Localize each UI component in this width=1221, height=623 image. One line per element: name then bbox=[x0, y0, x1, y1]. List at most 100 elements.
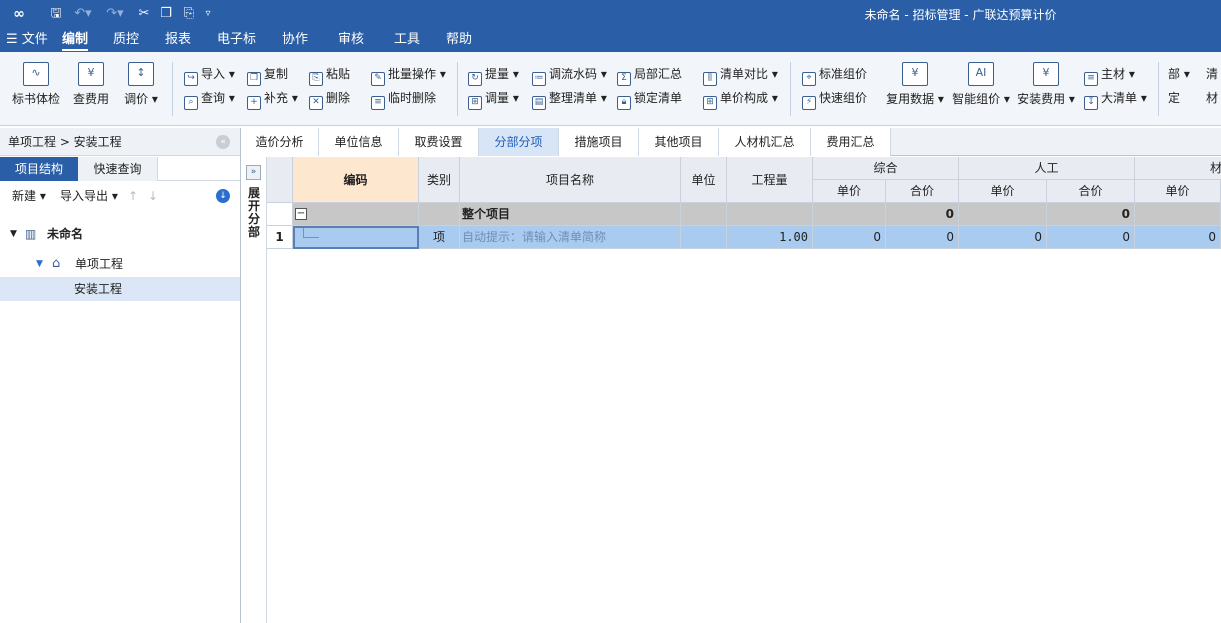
qing-button[interactable]: 清 bbox=[1206, 65, 1218, 83]
tab-cuoshi-xiangmu[interactable]: 措施项目 bbox=[559, 128, 639, 156]
group-row-name[interactable]: 整个项目 bbox=[460, 203, 681, 226]
ding-button[interactable]: 定 bbox=[1168, 89, 1180, 107]
tab-rencaiji-huizong[interactable]: 人材机汇总 bbox=[719, 128, 811, 156]
menu-file[interactable]: ☰ 文件 bbox=[6, 31, 48, 49]
code-cell[interactable] bbox=[293, 226, 419, 249]
column-header-rengong-total[interactable]: 合价 bbox=[1047, 180, 1135, 203]
zhineng-zujia-button[interactable]: AI 智能组价 ▾ bbox=[950, 62, 1012, 120]
jubu-huizong-button[interactable]: Σ 局部汇总 bbox=[617, 65, 682, 86]
row-index[interactable]: 1 bbox=[267, 226, 293, 249]
cha-feiyong-button[interactable]: ¥ 查费用 bbox=[68, 62, 114, 120]
menu-bianzhi[interactable]: 编制 bbox=[62, 31, 89, 51]
daqingdan-button[interactable]: ↧ 大清单 ▾ bbox=[1084, 89, 1147, 110]
tab-zaojia-fenxi[interactable]: 造价分析 bbox=[241, 128, 319, 156]
piliang-caozuo-button[interactable]: ✎ 批量操作 ▾ bbox=[371, 65, 446, 86]
column-header-name[interactable]: 项目名称 bbox=[460, 157, 681, 203]
suoding-qingdan-button[interactable]: 🔒︎ 锁定清单 bbox=[617, 89, 682, 110]
cai-label: 材 bbox=[1206, 91, 1219, 105]
move-up-icon[interactable]: ↑ bbox=[128, 182, 138, 210]
cai-button[interactable]: 材 bbox=[1206, 89, 1218, 107]
tab-qita-xiangmu[interactable]: 其他项目 bbox=[639, 128, 719, 156]
left-panel-tabs: 项目结构 快速查询 bbox=[0, 157, 240, 181]
download-icon[interactable]: ↓ bbox=[216, 189, 230, 203]
zonghe-unit-price-cell[interactable]: 0 bbox=[813, 226, 886, 249]
fee-query-icon: ¥ bbox=[78, 62, 104, 86]
qingdan-duibi-button[interactable]: ⫼ 清单对比 ▾ bbox=[703, 65, 778, 86]
tiliang-button[interactable]: ↻ 提量 ▾ bbox=[468, 65, 519, 86]
import-export-button[interactable]: 导入导出 ▾ bbox=[60, 182, 118, 210]
unit-cell[interactable] bbox=[681, 226, 727, 249]
type-cell[interactable]: 项 bbox=[419, 226, 460, 249]
danjia-goucheng-label: 单价构成 ▾ bbox=[720, 91, 778, 105]
tab-qufei-shezhi[interactable]: 取费设置 bbox=[399, 128, 479, 156]
tree-node-single-project[interactable]: ▼ ⌂ 单项工程 bbox=[0, 252, 240, 276]
tree-node-root[interactable]: ▼ ▥ 未命名 bbox=[0, 222, 240, 246]
menu-zhikong[interactable]: 质控 bbox=[113, 31, 139, 49]
quantity-cell[interactable]: 1.00 bbox=[727, 226, 813, 249]
zhengli-qingdan-button[interactable]: ▤ 整理清单 ▾ bbox=[532, 89, 607, 110]
tiaojia-button[interactable]: ↕ 调价 ▾ bbox=[120, 62, 162, 120]
shanchu-button[interactable]: ✕ 删除 bbox=[309, 89, 350, 110]
extract-qty-icon: ↻ bbox=[468, 72, 482, 86]
install-fee-icon: ¥ bbox=[1033, 62, 1059, 86]
column-header-cai-unit-price[interactable]: 单价 bbox=[1135, 180, 1221, 203]
column-header-unit[interactable]: 单位 bbox=[681, 157, 727, 203]
biaoshu-tijian-button[interactable]: ∿ 标书体检 bbox=[8, 62, 64, 120]
breadcrumb: 单项工程 > 安装工程 « bbox=[0, 128, 240, 156]
column-header-code[interactable]: 编码 bbox=[293, 157, 419, 203]
zhucai-button[interactable]: ≡ 主材 ▾ bbox=[1084, 65, 1135, 86]
fuyong-shuju-button[interactable]: ¥ 复用数据 ▾ bbox=[884, 62, 946, 120]
app-window: ∞ 🖫 ↶▾ ↷▾ ✂ ❐ ⎘ ▿ 未命名 - 招标管理 - 广联达预算计价 ☰… bbox=[0, 0, 1221, 623]
new-button[interactable]: 新建 ▾ bbox=[12, 182, 46, 210]
menu-xiezuo[interactable]: 协作 bbox=[282, 31, 308, 49]
rengong-unit-price-cell: 0 bbox=[959, 226, 1047, 249]
collapse-panel-icon[interactable]: « bbox=[216, 135, 230, 149]
column-header-zonghe-unit-price[interactable]: 单价 bbox=[813, 180, 886, 203]
tree-node-install-project[interactable]: 安装工程 bbox=[0, 277, 240, 301]
niantie-button[interactable]: ⎘ 粘贴 bbox=[309, 65, 350, 86]
kuaisu-zujia-button[interactable]: ⚡ 快速组价 bbox=[802, 89, 867, 110]
daoru-button[interactable]: ↪ 导入 ▾ bbox=[184, 65, 235, 86]
menu-shenhe[interactable]: 审核 bbox=[338, 31, 364, 49]
tiaoliang-button[interactable]: ⊞ 调量 ▾ bbox=[468, 89, 519, 110]
tab-project-structure[interactable]: 项目结构 bbox=[0, 157, 78, 181]
menu-baobiao[interactable]: 报表 bbox=[165, 31, 191, 49]
column-header-rengong-unit-price[interactable]: 单价 bbox=[959, 180, 1047, 203]
fuzhi-button[interactable]: ❐ 复制 bbox=[247, 65, 288, 86]
expand-panel-icon[interactable]: » bbox=[246, 165, 261, 180]
adjust-qty-icon: ⊞ bbox=[468, 96, 482, 110]
reuse-data-icon: ¥ bbox=[902, 62, 928, 86]
linshi-shanchu-button[interactable]: ≡ 临时删除 bbox=[371, 89, 436, 110]
danjia-goucheng-button[interactable]: ⊞ 单价构成 ▾ bbox=[703, 89, 778, 110]
menu-bangzhu[interactable]: 帮助 bbox=[446, 31, 472, 49]
group-row-qty bbox=[727, 203, 813, 226]
biaozhun-zujia-button[interactable]: ⌖ 标准组价 bbox=[802, 65, 867, 86]
expand-sections-label[interactable]: 展开分部 bbox=[245, 187, 263, 239]
column-header-type[interactable]: 类别 bbox=[419, 157, 460, 203]
expand-arrow-icon[interactable]: ▼ bbox=[36, 252, 43, 276]
move-down-icon[interactable]: ↓ bbox=[148, 182, 158, 210]
chaxun-label: 查询 ▾ bbox=[201, 91, 235, 105]
chaxun-button[interactable]: ⌕ 查询 ▾ bbox=[184, 89, 235, 110]
tiao-liushuima-button[interactable]: ≔ 调流水码 ▾ bbox=[532, 65, 607, 86]
collapse-toggle-icon[interactable]: − bbox=[295, 208, 307, 220]
tree-toolbar: 新建 ▾ 导入导出 ▾ ↑ ↓ ↓ bbox=[0, 182, 240, 210]
bu-label: 部 ▾ bbox=[1168, 67, 1190, 81]
building-icon: ▥ bbox=[25, 227, 37, 241]
bu-button[interactable]: 部 ▾ bbox=[1168, 65, 1190, 83]
menu-bar: ☰ 文件 编制 质控 报表 电子标 协作 审核 工具 帮助 bbox=[0, 28, 1221, 52]
buchong-button[interactable]: + 补充 ▾ bbox=[247, 89, 298, 110]
menu-gongju[interactable]: 工具 bbox=[394, 31, 420, 49]
group-row-type bbox=[419, 203, 460, 226]
column-header-quantity[interactable]: 工程量 bbox=[727, 157, 813, 203]
column-header-zonghe-total[interactable]: 合价 bbox=[886, 180, 959, 203]
anzhuang-feiyong-button[interactable]: ¥ 安装费用 ▾ bbox=[1016, 62, 1076, 120]
tab-fenbu-fenxiang[interactable]: 分部分项 bbox=[479, 128, 559, 156]
tab-feiyong-huizong[interactable]: 费用汇总 bbox=[811, 128, 891, 156]
table-row[interactable]: − bbox=[293, 203, 419, 226]
menu-dianzibiao[interactable]: 电子标 bbox=[217, 31, 256, 49]
expand-arrow-icon[interactable]: ▼ bbox=[10, 222, 17, 246]
tab-quick-search[interactable]: 快速查询 bbox=[78, 157, 158, 181]
name-cell-hint[interactable]: 自动提示：请输入清单简称 bbox=[460, 226, 681, 249]
tab-danwei-xinxi[interactable]: 单位信息 bbox=[319, 128, 399, 156]
